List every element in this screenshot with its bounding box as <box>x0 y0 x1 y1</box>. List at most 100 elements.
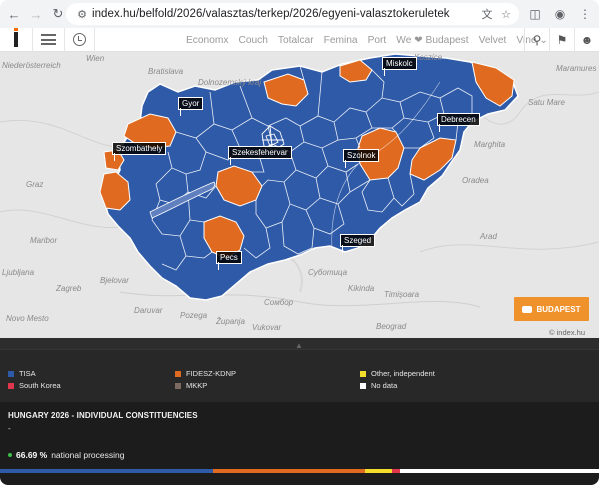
legend-item-no-data: No data <box>360 381 397 390</box>
address-bar[interactable]: ⚙ index.hu/belfold/2026/valasztas/terkep… <box>66 3 519 25</box>
star-icon[interactable]: ☆ <box>499 6 513 22</box>
map-place-novo-mesto: Novo Mesto <box>6 314 49 323</box>
bell-icon[interactable]: ⚑ <box>549 28 574 52</box>
results-progress-bar <box>0 469 599 473</box>
map-place-marghita: Marghita <box>474 140 506 149</box>
city-label-szombathely[interactable]: Szombathely <box>112 142 167 155</box>
menu-button[interactable] <box>33 27 65 52</box>
legend-panel: ▲ TISA FIDESZ-KDNP Other, independent So… <box>0 338 599 402</box>
partner-nav: Economx Couch Totalcar Femina Port We ❤ … <box>186 28 548 52</box>
profile-icon[interactable]: ◉ <box>552 3 568 25</box>
more-icon[interactable]: ⋮ <box>577 3 593 25</box>
map-place-vukovar: Vukovar <box>252 323 282 332</box>
panel-handle[interactable]: ▲ <box>0 338 599 350</box>
site-info-icon[interactable]: ⚙ <box>72 8 92 21</box>
clock-icon <box>73 33 86 46</box>
status-dot-icon <box>8 453 12 457</box>
nav-link-we-love-budapest[interactable]: We ❤ Budapest <box>396 35 468 46</box>
bar-segment-other-independent <box>365 469 393 473</box>
map-attribution: © index.hu <box>549 328 585 337</box>
legend-label-south-korea: South Korea <box>19 381 61 390</box>
legend-swatch-tisa <box>8 370 14 377</box>
legend-item-tisa: TISA <box>8 369 36 378</box>
map-place-ljubljana: Ljubljana <box>2 268 35 277</box>
map-place-zagreb: Zagreb <box>56 284 82 293</box>
processing-percent: 66.69 % <box>16 450 48 460</box>
legend-label-fidesz: FIDESZ-KDNP <box>186 369 237 378</box>
map-place-wien: Wien <box>86 54 105 63</box>
map-place-satu-mare: Satu Mare <box>528 98 565 107</box>
budapest-button[interactable]: BUDAPEST <box>514 297 589 321</box>
legend-label-no-data: No data <box>371 381 398 390</box>
search-icon[interactable]: ⚲ <box>524 28 549 52</box>
city-label-szolnok[interactable]: Szolnok <box>343 149 380 162</box>
legend-label-other: Other, independent <box>371 369 435 378</box>
city-pin-szolnok <box>345 160 346 168</box>
legend-swatch-no-data <box>360 382 366 389</box>
url-text[interactable]: index.hu/belfold/2026/valasztas/terkep/2… <box>92 8 450 20</box>
map-place-arad: Arad <box>480 232 497 241</box>
legend-item-fidesz: FIDESZ-KDNP <box>175 369 236 378</box>
browser-window: ← → ↻ ⚙ index.hu/belfold/2026/valasztas/… <box>0 0 599 485</box>
site-header: Economx Couch Totalcar Femina Port We ❤ … <box>0 27 599 52</box>
city-label-debrecen[interactable]: Debrecen <box>437 113 480 126</box>
forward-icon[interactable]: → <box>25 3 47 25</box>
map-svg <box>0 53 599 308</box>
hungary-outline <box>103 53 519 301</box>
city-pin-gyor <box>180 108 181 116</box>
city-label-pecs[interactable]: Pecs <box>216 251 242 264</box>
city-label-szekesfehervar[interactable]: Szekesfehervar <box>228 146 292 159</box>
map-place-sombor: Сомбор <box>264 298 294 307</box>
map-place-kikinda: Kikinda <box>348 284 375 293</box>
nav-link-economx[interactable]: Economx <box>186 35 228 46</box>
city-pin-szekesfehervar <box>230 157 231 165</box>
site-logo[interactable] <box>0 27 33 52</box>
legend-item-mkkp: MKKP <box>175 381 207 390</box>
map-place-bjelovar: Bjelovar <box>100 276 129 285</box>
bar-segment-fidesz-kdnp <box>212 469 366 473</box>
translate-icon[interactable]: 文 <box>480 6 494 22</box>
map-place-zupanja: Županja <box>216 317 245 326</box>
extensions-icon[interactable]: ◫ <box>527 3 543 25</box>
nav-link-couch[interactable]: Couch <box>238 35 267 46</box>
budapest-button-label: BUDAPEST <box>536 304 581 314</box>
map-place-graz: Graz <box>26 180 44 189</box>
back-icon[interactable]: ← <box>3 3 25 25</box>
nav-link-port[interactable]: Port <box>368 35 387 46</box>
map-place-bratislava: Bratislava <box>148 67 184 76</box>
nav-link-velvet[interactable]: Velvet <box>479 35 507 46</box>
city-label-szeged[interactable]: Szeged <box>340 234 376 247</box>
latest-news-button[interactable] <box>65 27 95 52</box>
map-place-subotica: Суботица <box>308 268 348 277</box>
nav-link-totalcar[interactable]: Totalcar <box>278 35 314 46</box>
map-place-beograd: Beograd <box>376 322 407 331</box>
legend-swatch-other <box>360 370 366 377</box>
legend-swatch-fidesz <box>175 370 181 377</box>
bar-segment-no-data <box>399 469 599 473</box>
user-icon[interactable]: ☻ <box>574 28 599 52</box>
map-place-koszice: Koszice <box>414 53 443 62</box>
city-label-miskolc[interactable]: Miskolc <box>382 57 417 70</box>
budapest-map-icon <box>522 305 533 313</box>
map-place-oradea: Oradea <box>462 176 489 185</box>
city-pin-szeged <box>342 245 343 253</box>
browser-toolbar: ← → ↻ ⚙ index.hu/belfold/2026/valasztas/… <box>0 0 599 28</box>
results-title: HUNGARY 2026 - INDIVIDUAL CONSTITUENCIES <box>8 411 198 420</box>
city-label-gyor[interactable]: Gyor <box>178 97 204 110</box>
hamburger-icon <box>41 34 56 45</box>
election-map[interactable]: Wien Bratislava Niederösterreich Dolnoze… <box>0 52 599 338</box>
nav-link-femina[interactable]: Femina <box>324 35 358 46</box>
legend-label-mkkp: MKKP <box>186 381 208 390</box>
map-place-maribor: Maribor <box>30 236 58 245</box>
legend-item-south-korea: South Korea <box>8 381 61 390</box>
chevron-up-icon[interactable]: ▲ <box>295 341 303 350</box>
results-panel: HUNGARY 2026 - INDIVIDUAL CONSTITUENCIES… <box>0 402 599 485</box>
city-pin-miskolc <box>384 68 385 76</box>
map-place-timisoara: Timișoara <box>384 290 420 299</box>
map-place-maramures: Maramures <box>556 64 597 73</box>
map-place-dolnozemsky: Dolnozemský kraj <box>198 78 262 87</box>
city-pin-debrecen <box>439 124 440 132</box>
legend-label-tisa: TISA <box>19 369 36 378</box>
results-subtitle: - <box>8 424 11 433</box>
legend-item-other: Other, independent <box>360 369 435 378</box>
